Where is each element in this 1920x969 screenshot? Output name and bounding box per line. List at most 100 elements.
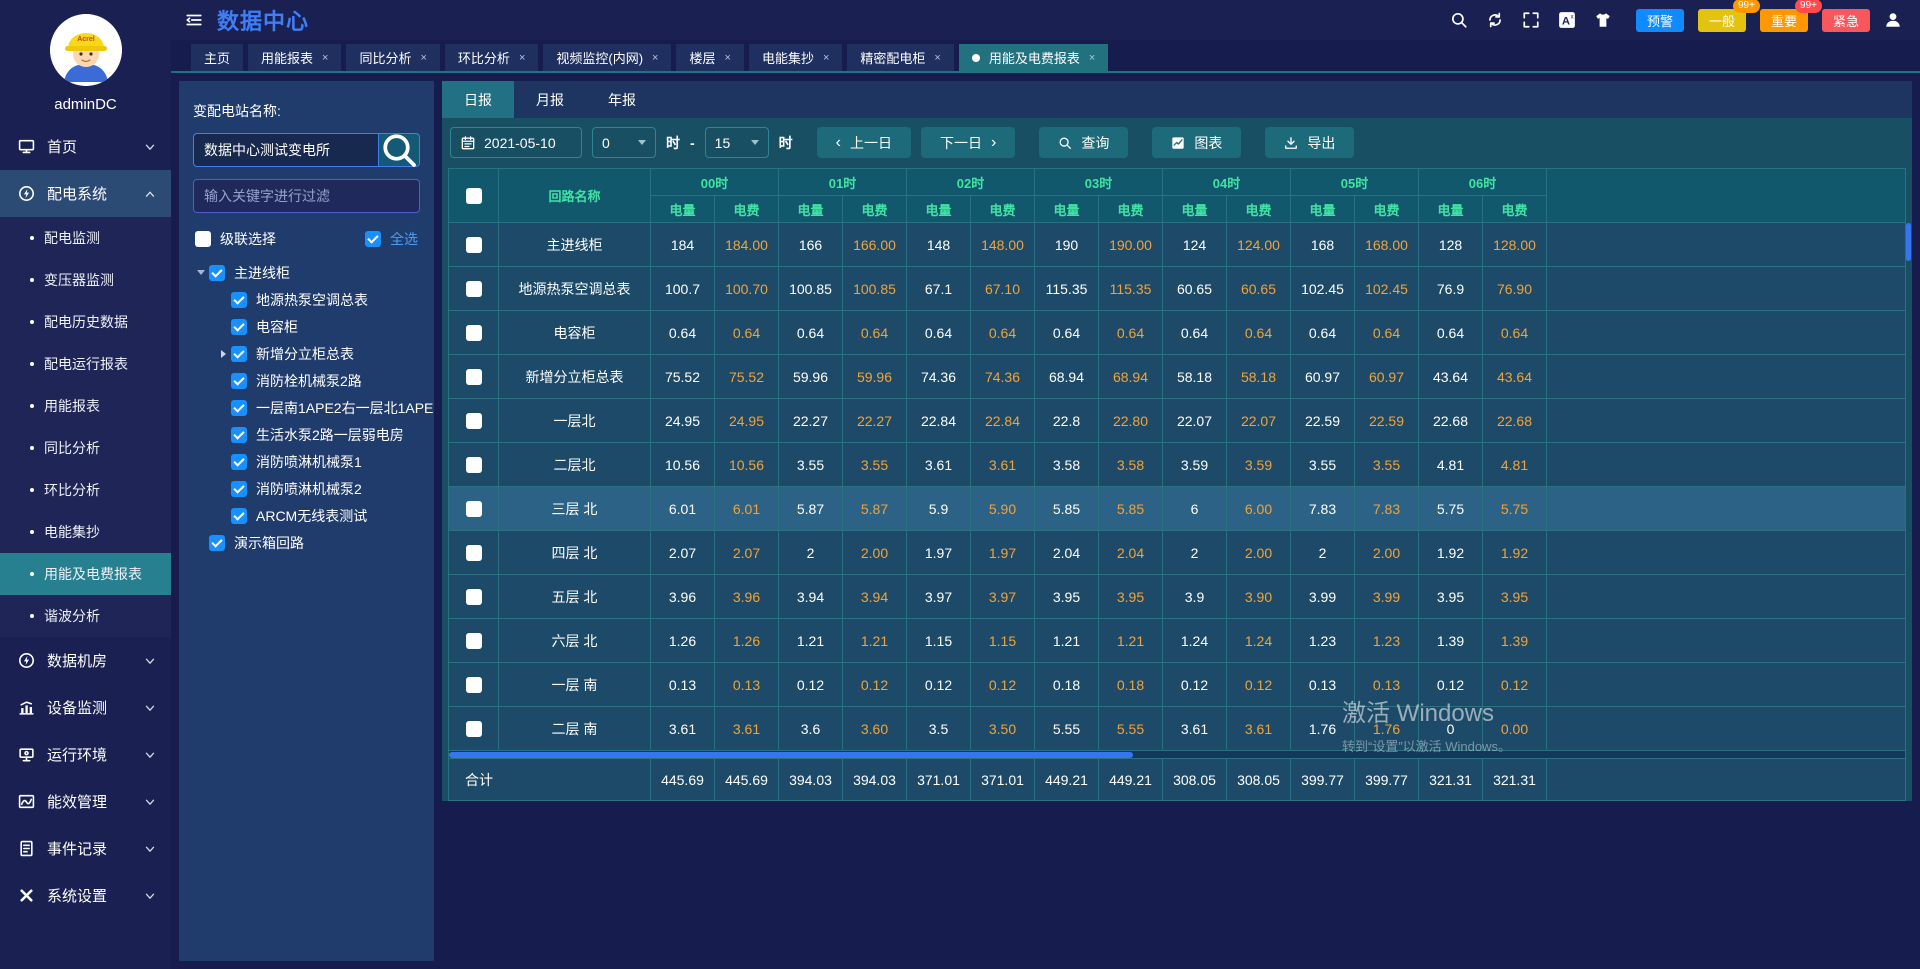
sidebar-item-系统设置[interactable]: 系统设置 (0, 872, 171, 919)
tree-checkbox[interactable] (231, 346, 247, 362)
cascade-checkbox[interactable] (195, 231, 211, 247)
sidebar-item-事件记录[interactable]: 事件记录 (0, 825, 171, 872)
sidebar-item-数据机房[interactable]: 数据机房 (0, 637, 171, 684)
export-button[interactable]: 导出 (1265, 127, 1354, 158)
table-row-三层 北[interactable]: 三层 北6.016.015.875.875.95.905.855.8566.00… (449, 487, 1905, 531)
table-row-新增分立柜总表[interactable]: 新增分立柜总表75.5275.5259.9659.9674.3674.3668.… (449, 355, 1905, 399)
sidebar-item-配电监测[interactable]: 配电监测 (0, 217, 171, 259)
station-search-button[interactable] (378, 133, 420, 167)
row-checkbox[interactable] (466, 633, 482, 649)
table-row-二层北[interactable]: 二层北10.5610.563.553.553.613.613.583.583.5… (449, 443, 1905, 487)
select-all-label[interactable]: 全选 (390, 229, 418, 249)
close-icon[interactable]: × (725, 52, 731, 64)
menu-collapse-icon[interactable] (185, 11, 203, 29)
tree-checkbox[interactable] (231, 454, 247, 470)
report-tab-月报[interactable]: 月报 (514, 81, 586, 118)
sidebar-item-能效管理[interactable]: 能效管理 (0, 778, 171, 825)
row-checkbox[interactable] (466, 545, 482, 561)
row-checkbox[interactable] (466, 369, 482, 385)
close-icon[interactable]: × (823, 52, 829, 64)
tree-node-一层南1APE2右一层北1APE1左[interactable]: 一层南1APE2右一层北1APE1左 (193, 394, 420, 421)
table-row-五层 北[interactable]: 五层 北3.963.963.943.943.973.973.953.953.93… (449, 575, 1905, 619)
row-checkbox[interactable] (466, 457, 482, 473)
report-tab-年报[interactable]: 年报 (586, 81, 658, 118)
sidebar-item-用能及电费报表[interactable]: 用能及电费报表 (0, 553, 171, 595)
row-checkbox[interactable] (466, 325, 482, 341)
tree-node-主进线柜[interactable]: 主进线柜 (193, 259, 420, 286)
tree-node-地源热泵空调总表[interactable]: 地源热泵空调总表 (193, 286, 420, 313)
sidebar-item-变压器监测[interactable]: 变压器监测 (0, 259, 171, 301)
row-checkbox[interactable] (466, 413, 482, 429)
alarm-button-一般[interactable]: 一般99+ (1698, 9, 1746, 32)
tree-node-生活水泵2路一层弱电房[interactable]: 生活水泵2路一层弱电房 (193, 421, 420, 448)
close-icon[interactable]: × (322, 52, 328, 64)
tree-node-消防栓机械泵2路[interactable]: 消防栓机械泵2路 (193, 367, 420, 394)
tree-node-电容柜[interactable]: 电容柜 (193, 313, 420, 340)
tree-checkbox[interactable] (231, 400, 247, 416)
tab-主页[interactable]: 主页 (191, 44, 243, 71)
tree-checkbox[interactable] (209, 265, 225, 281)
tab-用能及电费报表[interactable]: 用能及电费报表× (959, 44, 1108, 71)
tree-checkbox[interactable] (209, 535, 225, 551)
row-checkbox[interactable] (466, 237, 482, 253)
sidebar-item-同比分析[interactable]: 同比分析 (0, 427, 171, 469)
tree-checkbox[interactable] (231, 373, 247, 389)
translate-icon[interactable]: Ax (1558, 11, 1576, 29)
tree-node-ARCM无线表测试[interactable]: ARCM无线表测试 (193, 502, 420, 529)
tree-node-新增分立柜总表[interactable]: 新增分立柜总表 (193, 340, 420, 367)
table-row-地源热泵空调总表[interactable]: 地源热泵空调总表100.7100.70100.85100.8567.167.10… (449, 267, 1905, 311)
caret-open-icon[interactable] (193, 270, 209, 275)
search-icon[interactable] (1450, 11, 1468, 29)
theme-icon[interactable] (1594, 11, 1612, 29)
table-row-二层 南[interactable]: 二层 南3.613.613.63.603.53.505.555.553.613.… (449, 707, 1905, 751)
sidebar-item-用能报表[interactable]: 用能报表 (0, 385, 171, 427)
user-icon[interactable] (1884, 11, 1902, 29)
sidebar-item-配电运行报表[interactable]: 配电运行报表 (0, 343, 171, 385)
tab-同比分析[interactable]: 同比分析× (346, 44, 439, 71)
row-checkbox[interactable] (466, 501, 482, 517)
close-icon[interactable]: × (652, 52, 658, 64)
avatar[interactable]: Acrel (50, 14, 122, 86)
select-all-checkbox[interactable] (365, 231, 381, 247)
tab-视频监控(内网)[interactable]: 视频监控(内网)× (543, 44, 671, 71)
sidebar-item-配电系统[interactable]: 配电系统 (0, 170, 171, 217)
table-row-四层 北[interactable]: 四层 北2.072.0722.001.971.972.042.0422.0022… (449, 531, 1905, 575)
table-row-六层 北[interactable]: 六层 北1.261.261.211.211.151.151.211.211.24… (449, 619, 1905, 663)
close-icon[interactable]: × (934, 52, 940, 64)
tree-checkbox[interactable] (231, 292, 247, 308)
sidebar-item-环比分析[interactable]: 环比分析 (0, 469, 171, 511)
hour-from-select[interactable]: 0 (592, 127, 656, 158)
tree-filter-input[interactable] (193, 179, 420, 213)
tree-node-消防喷淋机械泵1[interactable]: 消防喷淋机械泵1 (193, 448, 420, 475)
tab-精密配电柜[interactable]: 精密配电柜× (847, 44, 953, 71)
alarm-button-重要[interactable]: 重要99+ (1760, 9, 1808, 32)
tree-checkbox[interactable] (231, 427, 247, 443)
tab-用能报表[interactable]: 用能报表× (248, 44, 341, 71)
row-checkbox[interactable] (466, 281, 482, 297)
tree-node-消防喷淋机械泵2[interactable]: 消防喷淋机械泵2 (193, 475, 420, 502)
sidebar-item-电能集抄[interactable]: 电能集抄 (0, 511, 171, 553)
chart-button[interactable]: 图表 (1152, 127, 1241, 158)
table-row-电容柜[interactable]: 电容柜0.640.640.640.640.640.640.640.640.640… (449, 311, 1905, 355)
close-icon[interactable]: × (1089, 52, 1095, 64)
close-icon[interactable]: × (519, 52, 525, 64)
horizontal-scrollbar-thumb[interactable] (449, 752, 1133, 758)
station-input[interactable] (193, 133, 378, 167)
prev-day-button[interactable]: ‹ 上一日 (817, 127, 911, 158)
vertical-scrollbar[interactable] (1906, 223, 1911, 261)
sidebar-item-设备监测[interactable]: 设备监测 (0, 684, 171, 731)
row-checkbox[interactable] (466, 721, 482, 737)
table-row-一层北[interactable]: 一层北24.9524.9522.2722.2722.8422.8422.822.… (449, 399, 1905, 443)
sidebar-item-首页[interactable]: 首页 (0, 123, 171, 170)
table-row-主进线柜[interactable]: 主进线柜184184.00166166.00148148.00190190.00… (449, 223, 1905, 267)
row-checkbox[interactable] (466, 677, 482, 693)
report-tab-日报[interactable]: 日报 (442, 81, 514, 118)
hour-to-select[interactable]: 15 (705, 127, 769, 158)
row-checkbox[interactable] (466, 589, 482, 605)
caret-closed-icon[interactable] (215, 350, 231, 358)
next-day-button[interactable]: 下一日 › (921, 127, 1015, 158)
query-button[interactable]: 查询 (1039, 127, 1128, 158)
tree-node-演示箱回路[interactable]: 演示箱回路 (193, 529, 420, 556)
tree-checkbox[interactable] (231, 319, 247, 335)
date-picker[interactable]: 2021-05-10 (450, 127, 582, 158)
